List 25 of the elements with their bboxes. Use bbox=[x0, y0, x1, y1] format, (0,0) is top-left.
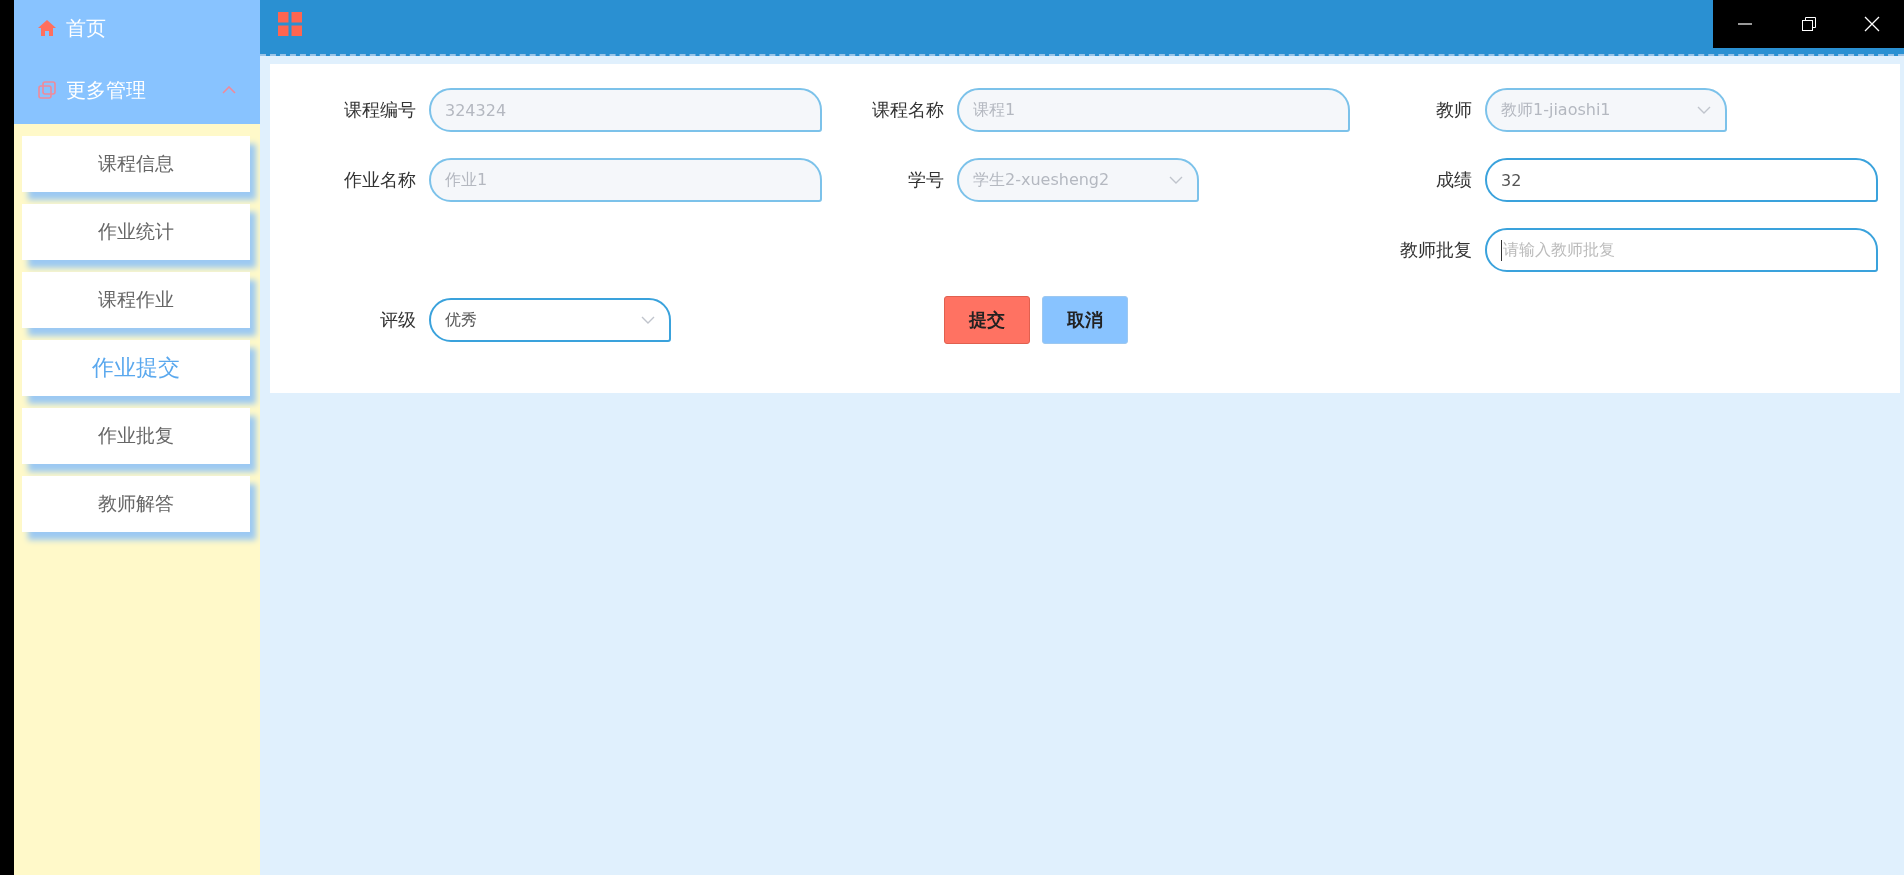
copy-icon bbox=[38, 81, 56, 99]
field-label: 评级 bbox=[379, 308, 416, 332]
submenu-item[interactable]: 教师解答 bbox=[22, 476, 250, 532]
submenu-item[interactable]: 课程作业 bbox=[22, 272, 250, 328]
submit-button[interactable]: 提交 bbox=[944, 296, 1030, 344]
chevron-icon bbox=[222, 86, 236, 94]
field-label: 课程名称 bbox=[871, 98, 944, 122]
select-field[interactable]: 优秀 bbox=[429, 298, 671, 342]
submenu-item[interactable]: 作业统计 bbox=[22, 204, 250, 260]
restore-icon bbox=[1801, 17, 1816, 31]
submenu-item[interactable]: 作业批复 bbox=[22, 408, 250, 464]
field-label: 课程编号 bbox=[343, 98, 416, 122]
field-label: 成绩 bbox=[1435, 168, 1472, 192]
submenu-item[interactable]: 课程信息 bbox=[22, 136, 250, 192]
field-label: 教师 bbox=[1435, 98, 1472, 122]
close-icon bbox=[1864, 16, 1881, 32]
chevron-down-icon bbox=[1169, 176, 1183, 184]
field-label: 教师批复 bbox=[1399, 238, 1472, 262]
chevron-down-icon bbox=[1697, 106, 1711, 114]
cancel-button[interactable]: 取消 bbox=[1042, 296, 1128, 344]
chevron-down-icon bbox=[641, 316, 655, 324]
input-field[interactable]: 32 bbox=[1485, 158, 1878, 202]
field-label: 学号 bbox=[907, 168, 944, 192]
home-icon bbox=[38, 20, 56, 36]
field-label: 作业名称 bbox=[343, 168, 416, 192]
